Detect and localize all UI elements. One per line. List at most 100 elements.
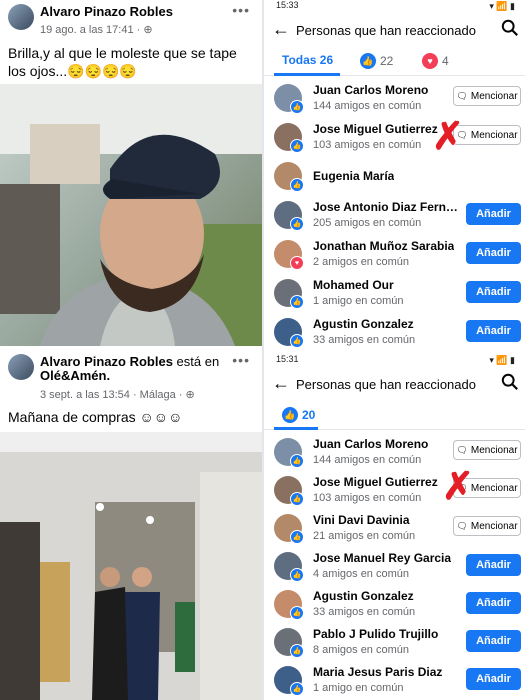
status-bar: 15:31 ▾ 📶 ▮ [264, 354, 525, 368]
add-friend-button[interactable]: Añadir [466, 203, 521, 225]
mutual-friends: 103 amigos en común [313, 139, 422, 151]
reactor-row[interactable]: 👍 Maria Jesus Paris Diaz 1 amigo en común A… [264, 662, 525, 700]
post-text: Mañana de compras ☺☺☺ [8, 409, 183, 425]
post-author-line: Alvaro Pinazo Robles está en [40, 354, 219, 369]
thumbs-up-icon: 👍 [290, 100, 304, 114]
thumbs-up-icon: 👍 [290, 178, 304, 192]
post-photo[interactable] [0, 432, 262, 700]
speech-bubble-icon: 🗨 [456, 520, 468, 531]
search-icon[interactable] [501, 373, 519, 391]
mutual-friends: 33 amigos en común [313, 334, 416, 346]
add-friend-button[interactable]: Añadir [466, 554, 521, 576]
avatar[interactable] [8, 4, 34, 30]
header: ← Personas que han reaccionado [264, 14, 525, 46]
mention-button[interactable]: 🗨 Mencionar [453, 516, 521, 536]
thumbs-up-icon: 👍 [290, 530, 304, 544]
mutual-friends: 1 amigo en común [313, 682, 404, 694]
thumbs-up-icon: 👍 [282, 407, 298, 423]
thumbs-up-icon: 👍 [290, 568, 304, 582]
reactor-name[interactable]: Agustin Gonzalez [313, 589, 414, 603]
reactor-row[interactable]: 👍 Jose Antonio Diaz Fernán... 205 amigos e… [264, 197, 525, 236]
thumbs-up-icon: 👍 [290, 644, 304, 658]
post-timestamp: 3 sept. a las 13:54 · Málaga · ⊕ [40, 388, 195, 401]
mention-label: Mencionar [470, 482, 518, 494]
reactor-row[interactable]: 👍 Juan Carlos Moreno 144 amigos en común 🗨 M… [264, 80, 525, 119]
reactor-name[interactable]: Agustin Gonzalez [313, 317, 414, 331]
mutual-friends: 144 amigos en común [313, 100, 422, 112]
mutual-friends: 205 amigos en común [313, 217, 422, 229]
tab-all[interactable]: Todas 26 [282, 53, 333, 67]
reactors-list: 👍 Juan Carlos Moreno 144 amigos en común 🗨 M… [264, 434, 525, 700]
thumbs-up-icon: 👍 [290, 139, 304, 153]
reactor-name[interactable]: Jose Miguel Gutierrez [313, 475, 438, 489]
reactor-row[interactable]: 👍 Agustin Gonzalez 33 amigos en común Añadi… [264, 314, 525, 353]
reactor-row[interactable]: 👍 Vini Davi Davinia 21 amigos en común 🗨 Men… [264, 510, 525, 549]
add-friend-button[interactable]: Añadir [466, 668, 521, 690]
reactor-row[interactable]: 👍 Pablo J Pulido Trujillo 8 amigos en comú… [264, 624, 525, 663]
reactor-name[interactable]: Maria Jesus Paris Diaz [313, 665, 442, 679]
arrow-left-icon[interactable]: ← [272, 373, 290, 394]
reactor-row[interactable]: 👍 Eugenia María [264, 158, 525, 197]
globe-icon: ⊕ [143, 24, 153, 36]
tab-label: 20 [302, 408, 316, 422]
reactor-row[interactable]: 👍 Jose Manuel Rey Garcia 4 amigos en común… [264, 548, 525, 587]
post-header: Alvaro Pinazo Robles 19 ago. a las 17:41… [0, 0, 262, 40]
reaction-tabs: Todas 26 👍 22 ♥ 4 [264, 46, 525, 76]
arrow-left-icon[interactable]: ← [272, 19, 290, 40]
thumbs-up-icon: 👍 [290, 682, 304, 696]
add-friend-button[interactable]: Añadir [466, 242, 521, 264]
more-options-icon[interactable]: ••• [232, 352, 250, 368]
reactor-name[interactable]: Juan Carlos Moreno [313, 83, 428, 97]
mutual-friends: 8 amigos en común [313, 644, 409, 656]
mutual-friends: 2 amigos en común [313, 256, 409, 268]
post-1: Alvaro Pinazo Robles 19 ago. a las 17:41… [0, 0, 262, 346]
tab-love[interactable]: ♥ 4 [422, 53, 449, 69]
post-author[interactable]: Alvaro Pinazo Robles [40, 354, 173, 369]
tab-like[interactable]: 👍 20 [282, 407, 315, 423]
post-timestamp: 19 ago. a las 17:41 · ⊕ [40, 23, 153, 36]
reactor-name[interactable]: Mohamed Our [313, 278, 394, 292]
reactor-row[interactable]: 👍 Jose Miguel Gutierrez 103 amigos en comú… [264, 472, 525, 511]
status-time: 15:33 [276, 0, 299, 10]
reactor-row[interactable]: 👍 Jose Miguel Gutierrez 103 amigos en comú… [264, 119, 525, 158]
reactor-name[interactable]: Vini Davi Davinia [313, 513, 410, 527]
thumbs-up-icon: 👍 [290, 295, 304, 309]
reactor-name[interactable]: Juan Carlos Moreno [313, 437, 428, 451]
add-friend-button[interactable]: Añadir [466, 630, 521, 652]
reactor-row[interactable]: 👍 Juan Carlos Moreno 144 amigos en común 🗨 M… [264, 434, 525, 473]
red-x-mark: ✗ [442, 466, 474, 508]
reactor-row[interactable]: ♥ Jonathan Muñoz Sarabia 2 amigos en común… [264, 236, 525, 275]
reactor-name[interactable]: Jose Miguel Gutierrez [313, 122, 438, 136]
add-friend-button[interactable]: Añadir [466, 592, 521, 614]
avatar[interactable] [8, 354, 34, 380]
reactor-name[interactable]: Pablo J Pulido Trujillo [313, 627, 438, 641]
thumbs-up-icon: 👍 [290, 454, 304, 468]
search-icon[interactable] [501, 19, 519, 37]
post-author[interactable]: Alvaro Pinazo Robles [40, 4, 173, 19]
tab-like[interactable]: 👍 22 [360, 53, 393, 69]
reactor-row[interactable]: 👍 Mohamed Our 1 amigo en común Añadir [264, 275, 525, 314]
reactor-name[interactable]: Eugenia María [313, 169, 394, 183]
reactor-name[interactable]: Jose Manuel Rey Garcia [313, 551, 451, 565]
add-friend-button[interactable]: Añadir [466, 281, 521, 303]
place-link[interactable]: Olé&Amén. [40, 368, 110, 383]
reactors-list: 👍 Juan Carlos Moreno 144 amigos en común 🗨 M… [264, 80, 525, 352]
mention-label: Mencionar [470, 520, 518, 532]
reactor-row[interactable]: 👍 Agustin Gonzalez 33 amigos en común Añadi… [264, 586, 525, 625]
page-title: Personas que han reaccionado [296, 23, 476, 38]
reactor-name[interactable]: Jose Antonio Diaz Fernán... [313, 200, 463, 214]
mention-button[interactable]: 🗨 Mencionar [453, 440, 521, 460]
reactor-name[interactable]: Jonathan Muñoz Sarabia [313, 239, 454, 253]
mutual-friends: 103 amigos en común [313, 492, 422, 504]
post-photo[interactable] [0, 84, 262, 346]
post-2: Alvaro Pinazo Robles está en Olé&Amén. 3… [0, 350, 262, 700]
reaction-tabs: 👍 20 [264, 400, 525, 430]
heart-icon: ♥ [290, 256, 304, 270]
page-title: Personas que han reaccionado [296, 377, 476, 392]
reactions-screen-1: 15:33 ▾ 📶 ▮ ← Personas que han reacciona… [264, 0, 525, 352]
more-options-icon[interactable]: ••• [232, 2, 250, 18]
mention-button[interactable]: 🗨 Mencionar [453, 86, 521, 106]
status-time: 15:31 [276, 354, 299, 364]
add-friend-button[interactable]: Añadir [466, 320, 521, 342]
status-icons: ▾ 📶 ▮ [489, 355, 515, 365]
